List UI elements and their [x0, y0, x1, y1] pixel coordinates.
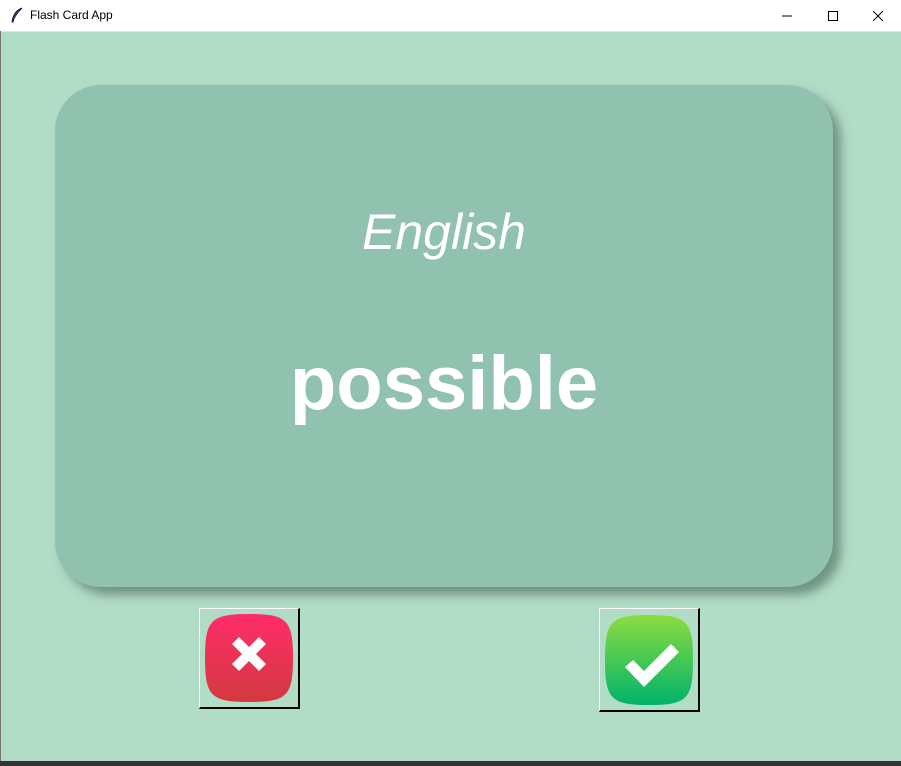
wrong-button[interactable] [199, 608, 300, 709]
close-button[interactable] [855, 0, 901, 31]
feather-icon [11, 7, 23, 23]
close-icon [873, 10, 883, 21]
check-icon [605, 614, 693, 705]
card-word: possible [289, 341, 599, 426]
card-language: English [362, 204, 526, 260]
flash-card: English possible [55, 85, 833, 587]
x-icon [205, 614, 293, 702]
taskbar-edge [0, 761, 901, 766]
right-button[interactable] [599, 608, 700, 712]
minimize-button[interactable] [764, 0, 810, 31]
maximize-icon [828, 10, 838, 21]
maximize-button[interactable] [810, 0, 856, 31]
minimize-icon [782, 15, 792, 16]
window-title: Flash Card App [30, 8, 113, 22]
title-bar: Flash Card App [0, 0, 901, 32]
window-border [0, 31, 1, 761]
